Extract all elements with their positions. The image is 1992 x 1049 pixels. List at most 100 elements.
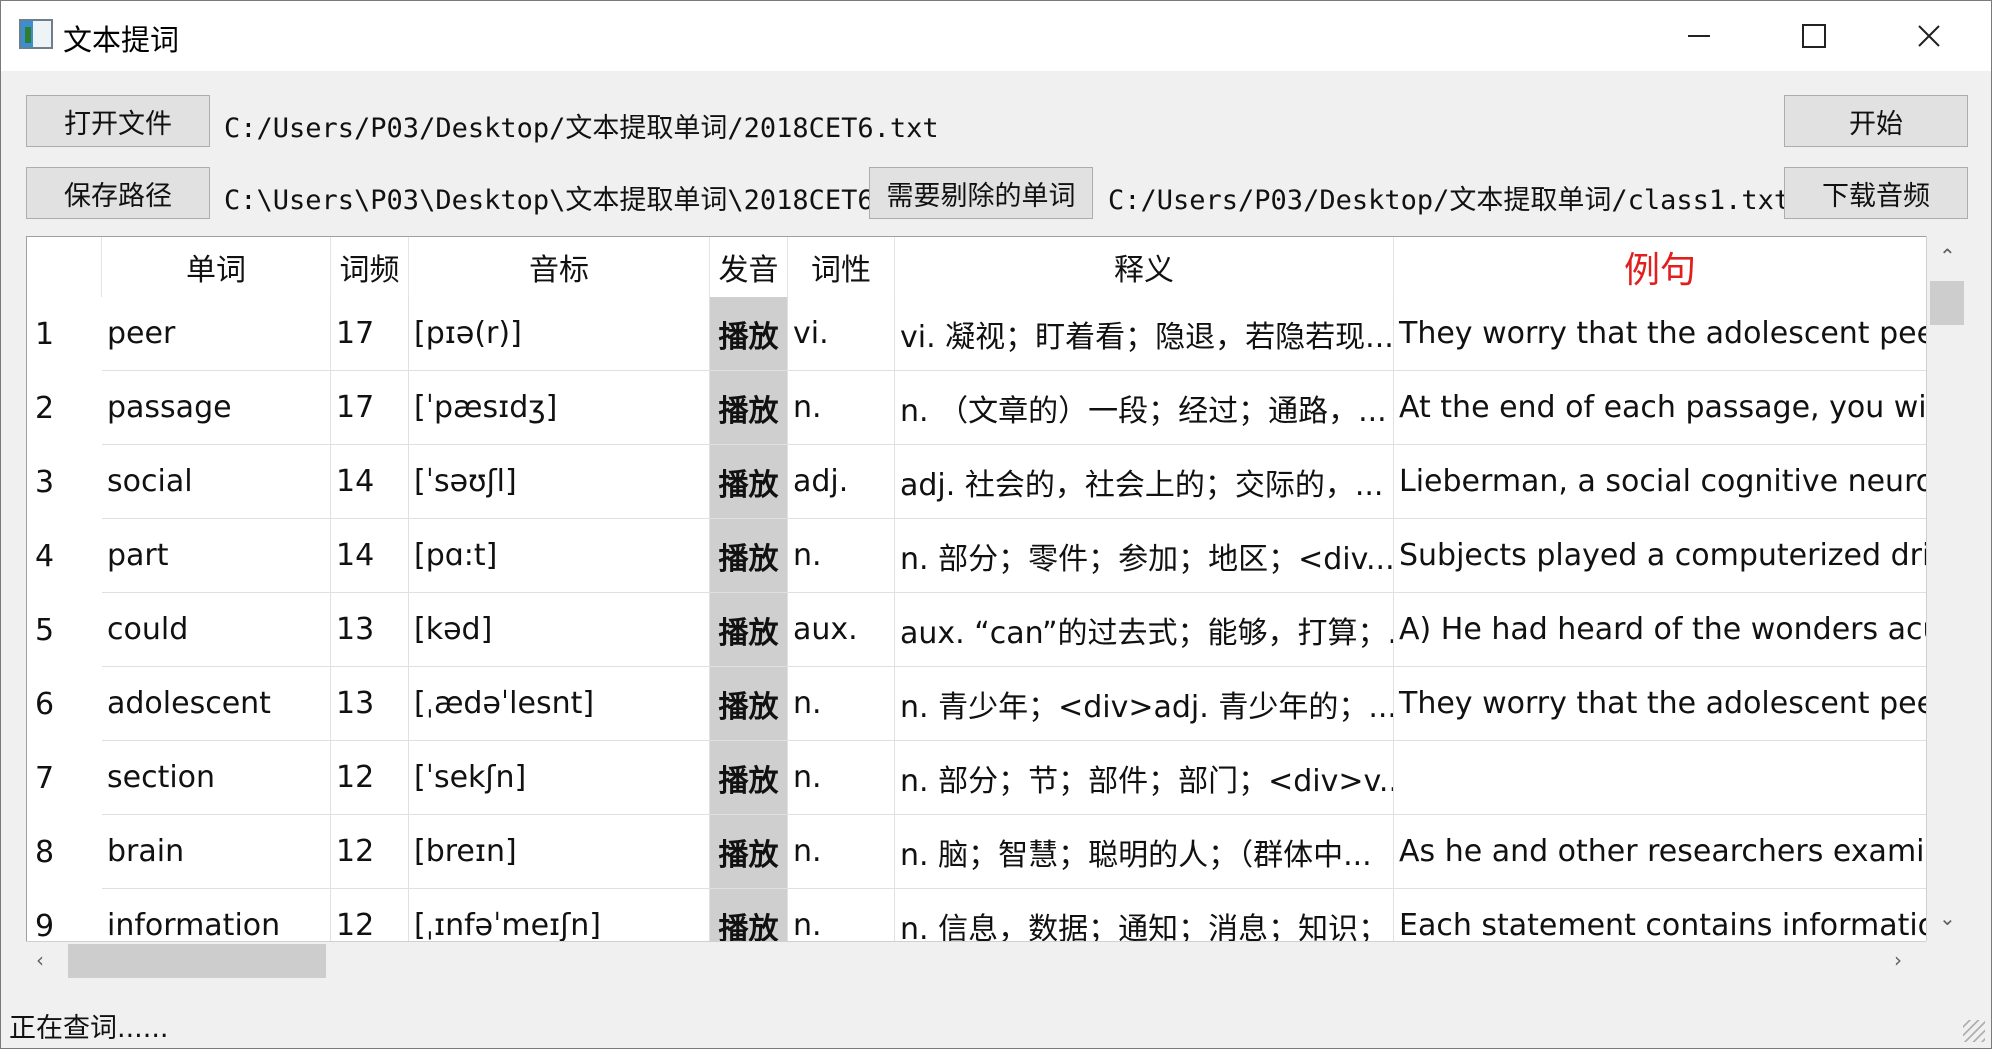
exclude-words-button[interactable]: 需要剔除的单词 [869,167,1093,219]
download-audio-button[interactable]: 下载音频 [1784,167,1968,219]
play-button[interactable]: 播放 [710,519,788,593]
window-title: 文本提词 [63,23,180,57]
vertical-scrollbar[interactable]: ⌃ ⌄ [1926,236,1966,981]
row-index: 6 [35,686,55,722]
row-index: 2 [35,390,55,426]
header-pos[interactable]: 词性 [788,237,895,297]
minimize-button[interactable] [1641,1,1756,71]
meaning-cell: n. （文章的）一段；经过；通路，... [895,371,1394,445]
app-icon [19,19,53,49]
header-word[interactable]: 单词 [102,237,331,297]
meaning-cell: n. 部分；节；部件；部门；<div>v... [895,741,1394,815]
horizontal-scroll-thumb[interactable] [68,944,326,978]
header-freq[interactable]: 词频 [331,237,409,297]
row-index: 7 [35,760,55,796]
row-index: 3 [35,464,55,500]
table-row[interactable]: 2 passage 17 [ˈpæsɪdʒ] 播放 n. n. （文章的）一段；经过；通路，… [27,371,1927,445]
meaning-cell: n. 部分；零件；参加；地区；<div... [895,519,1394,593]
row-index: 4 [35,538,55,574]
word-cell: peer [102,297,331,371]
example-cell: At the end of each passage, you will l [1394,371,1927,445]
example-cell: They worry that the adolescent peer g [1394,667,1927,741]
word-cell: section [102,741,331,815]
resize-grip-icon[interactable] [1963,1020,1985,1042]
maximize-icon [1801,24,1826,48]
freq-cell: 12 [331,741,409,815]
play-button[interactable]: 播放 [710,593,788,667]
minimize-icon [1687,35,1710,37]
header-example[interactable]: 例句 [1394,237,1927,297]
header-meaning[interactable]: 释义 [895,237,1394,297]
vertical-scroll-thumb[interactable] [1930,281,1964,325]
close-button[interactable] [1871,1,1986,71]
play-button[interactable]: 播放 [710,741,788,815]
pos-cell: aux. [788,593,895,667]
save-path-button[interactable]: 保存路径 [26,167,210,219]
scroll-up-icon[interactable]: ⌃ [1939,244,1956,268]
table-row[interactable]: 6 adolescent 13 [ˌædəˈlesnt] 播放 n. n. 青少年；<div… [27,667,1927,741]
phonetic-cell: [ˈpæsɪdʒ] [409,371,710,445]
phonetic-cell: [kəd] [409,593,710,667]
phonetic-cell: [ˌædəˈlesnt] [409,667,710,741]
freq-cell: 13 [331,667,409,741]
play-button[interactable]: 播放 [710,371,788,445]
close-icon [1917,25,1940,47]
play-button[interactable]: 播放 [710,445,788,519]
table-row[interactable]: 1 peer 17 [pɪə(r)] 播放 vi. vi. 凝视；盯着看；隐退，若隐若现..… [27,297,1927,371]
freq-cell: 14 [331,445,409,519]
row-index: 1 [35,316,55,352]
header-pronounce[interactable]: 发音 [710,237,788,297]
table-row[interactable]: 4 part 14 [pɑ:t] 播放 n. n. 部分；零件；参加；地区；<div... S… [27,519,1927,593]
phonetic-cell: [ˈsəʊʃl] [409,445,710,519]
example-cell: A) He had heard of the wonders acup [1394,593,1927,667]
header-corner [27,237,102,297]
meaning-cell: n. 青少年；<div>adj. 青少年的；... [895,667,1394,741]
table-header: 单词 词频 音标 发音 词性 释义 例句 [27,237,1927,297]
pos-cell: n. [788,667,895,741]
freq-cell: 12 [331,815,409,889]
play-button[interactable]: 播放 [710,297,788,371]
scroll-right-icon[interactable]: › [1894,948,1902,972]
row-index: 5 [35,612,55,648]
freq-cell: 13 [331,593,409,667]
example-cell [1394,741,1927,815]
example-cell: As he and other researchers examine [1394,815,1927,889]
open-file-button[interactable]: 打开文件 [26,95,210,147]
pos-cell: n. [788,741,895,815]
pos-cell: n. [788,519,895,593]
start-button[interactable]: 开始 [1784,95,1968,147]
freq-cell: 14 [331,519,409,593]
horizontal-scrollbar[interactable]: ‹ › [26,941,1926,981]
pos-cell: vi. [788,297,895,371]
phonetic-cell: [breɪn] [409,815,710,889]
pos-cell: adj. [788,445,895,519]
example-cell: Subjects played a computerized drivi [1394,519,1927,593]
table-row[interactable]: 8 brain 12 [breɪn] 播放 n. n. 脑；智慧；聪明的人；（群体中... A… [27,815,1927,889]
phonetic-cell: [pɑ:t] [409,519,710,593]
header-phonetic[interactable]: 音标 [409,237,710,297]
word-table: 单词 词频 音标 发音 词性 释义 例句 1 peer 17 [pɪə(r)] 播放 vi… [26,236,1966,981]
pos-cell: n. [788,371,895,445]
title-bar: 文本提词 [1,1,1991,71]
open-file-path: C:/Users/P03/Desktop/文本提取单词/2018CET6.txt [224,113,939,144]
play-button[interactable]: 播放 [710,815,788,889]
save-path-value: C:\Users\P03\Desktop\文本提取单词\2018CET6 [224,185,874,216]
freq-cell: 17 [331,297,409,371]
phonetic-cell: [ˈsekʃn] [409,741,710,815]
freq-cell: 17 [331,371,409,445]
meaning-cell: vi. 凝视；盯着看；隐退，若隐若现... [895,297,1394,371]
maximize-button[interactable] [1756,1,1871,71]
word-cell: adolescent [102,667,331,741]
table-row[interactable]: 3 social 14 [ˈsəʊʃl] 播放 adj. adj. 社会的，社会上的；交际的… [27,445,1927,519]
scroll-down-icon[interactable]: ⌄ [1939,906,1956,930]
scrollbar-corner [1926,941,1966,981]
exclude-words-path: C:/Users/P03/Desktop/文本提取单词/class1.txt [1108,185,1791,216]
table-row[interactable]: 7 section 12 [ˈsekʃn] 播放 n. n. 部分；节；部件；部门；<div… [27,741,1927,815]
play-button[interactable]: 播放 [710,667,788,741]
word-cell: brain [102,815,331,889]
meaning-cell: adj. 社会的，社会上的；交际的，... [895,445,1394,519]
word-cell: passage [102,371,331,445]
table-row[interactable]: 5 could 13 [kəd] 播放 aux. aux. “can”的过去式；能够，打算；… [27,593,1927,667]
scroll-left-icon[interactable]: ‹ [36,948,44,972]
phonetic-cell: [pɪə(r)] [409,297,710,371]
